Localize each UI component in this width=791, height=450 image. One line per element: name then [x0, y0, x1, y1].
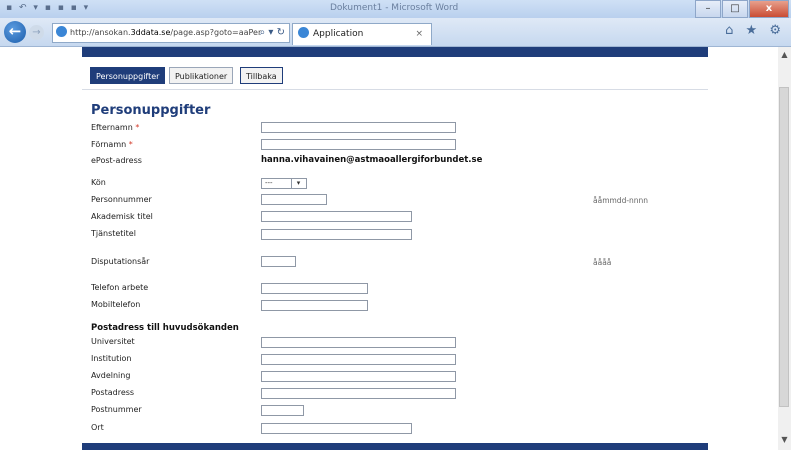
postnummer-label: Postnummer	[91, 405, 142, 414]
window-controls: – □ x	[694, 0, 789, 18]
forward-button[interactable]: →	[29, 25, 44, 40]
required-mark: *	[128, 140, 133, 149]
institution-input[interactable]	[261, 354, 456, 365]
close-tab-icon[interactable]: ×	[415, 24, 423, 44]
page-viewport: Personuppgifter Publikationer Tillbaka P…	[0, 47, 791, 450]
home-favorites-settings-icons[interactable]: ⌂ ★ ⚙	[725, 23, 785, 38]
postadress-section-heading: Postadress till huvudsökanden	[91, 323, 239, 333]
tjanstetitel-label: Tjänstetitel	[91, 229, 136, 238]
personnummer-input[interactable]	[261, 194, 327, 205]
universitet-input[interactable]	[261, 337, 456, 348]
ort-label: Ort	[91, 423, 104, 432]
url-path: /page.asp?goto=aaPer	[170, 28, 262, 37]
disputationsar-input[interactable]	[261, 256, 296, 267]
chevron-down-icon: ▾	[291, 179, 305, 188]
avdelning-label: Avdelning	[91, 371, 131, 380]
telefon-arbete-input[interactable]	[261, 283, 368, 294]
tab-title: Application	[313, 29, 364, 39]
universitet-label: Universitet	[91, 337, 135, 346]
publikationer-button[interactable]: Publikationer	[169, 67, 234, 84]
window-title: Dokument1 - Microsoft Word	[330, 3, 459, 13]
header-bar	[82, 47, 708, 57]
disputationsar-hint: åååå	[593, 258, 612, 267]
tjanstetitel-input[interactable]	[261, 229, 412, 240]
footer-bar	[82, 443, 708, 450]
back-button[interactable]: ←	[4, 21, 26, 43]
efternamn-input[interactable]	[261, 122, 456, 133]
quick-access-toolbar[interactable]: ▪ ↶ ▾ ▪ ▪ ▪ ▾	[6, 3, 90, 13]
browser-toolbar: ← → http://ansokan.3ddata.se/page.asp?go…	[0, 18, 791, 47]
personuppgifter-button[interactable]: Personuppgifter	[90, 67, 166, 84]
url-host: 3ddata.se	[130, 28, 171, 37]
scroll-thumb[interactable]	[779, 87, 789, 407]
address-bar-icons[interactable]: ⌕ ▾ ↻	[260, 24, 285, 42]
personnummer-label: Personnummer	[91, 195, 152, 204]
akademisk-titel-input[interactable]	[261, 211, 412, 222]
maximize-button[interactable]: □	[722, 0, 748, 18]
minimize-button[interactable]: –	[695, 0, 721, 18]
postadress-label: Postadress	[91, 388, 135, 397]
akademisk-titel-label: Akademisk titel	[91, 212, 153, 221]
mobiltelefon-label: Mobiltelefon	[91, 300, 141, 309]
browser-tab[interactable]: Application ×	[292, 23, 432, 45]
scroll-up-icon[interactable]: ▲	[779, 50, 790, 59]
efternamn-label: Efternamn *	[91, 123, 140, 132]
avdelning-input[interactable]	[261, 371, 456, 382]
page-icon	[56, 26, 67, 37]
vertical-scrollbar[interactable]: ▲ ▼	[778, 47, 791, 450]
tillbaka-button[interactable]: Tillbaka	[240, 67, 283, 84]
required-mark: *	[135, 123, 140, 132]
fornamn-input[interactable]	[261, 139, 456, 150]
mobiltelefon-input[interactable]	[261, 300, 368, 311]
kon-select[interactable]: --- ▾	[261, 178, 307, 189]
scroll-down-icon[interactable]: ▼	[779, 435, 790, 444]
kon-label: Kön	[91, 178, 106, 187]
postnummer-input[interactable]	[261, 405, 304, 416]
url-prefix: http://ansokan.	[70, 28, 131, 37]
personnummer-hint: ååmmdd-nnnn	[593, 196, 649, 205]
epost-label: ePost-adress	[91, 156, 142, 165]
ort-input[interactable]	[261, 423, 412, 434]
kon-select-value: ---	[265, 179, 273, 187]
page-nav: Personuppgifter Publikationer Tillbaka	[82, 57, 708, 90]
close-window-button[interactable]: x	[749, 0, 789, 18]
institution-label: Institution	[91, 354, 132, 363]
ie-icon	[298, 27, 309, 38]
fornamn-label: Förnamn *	[91, 140, 133, 149]
postadress-input[interactable]	[261, 388, 456, 399]
page-title: Personuppgifter	[91, 103, 211, 118]
address-bar[interactable]: http://ansokan.3ddata.se/page.asp?goto=a…	[52, 23, 290, 43]
window-titlebar: ▪ ↶ ▾ ▪ ▪ ▪ ▾ Dokument1 - Microsoft Word…	[0, 0, 791, 18]
disputationsar-label: Disputationsår	[91, 257, 150, 266]
telefon-arbete-label: Telefon arbete	[91, 283, 149, 292]
epost-value: hanna.vihavainen@astmaoallergiforbundet.…	[261, 155, 483, 165]
